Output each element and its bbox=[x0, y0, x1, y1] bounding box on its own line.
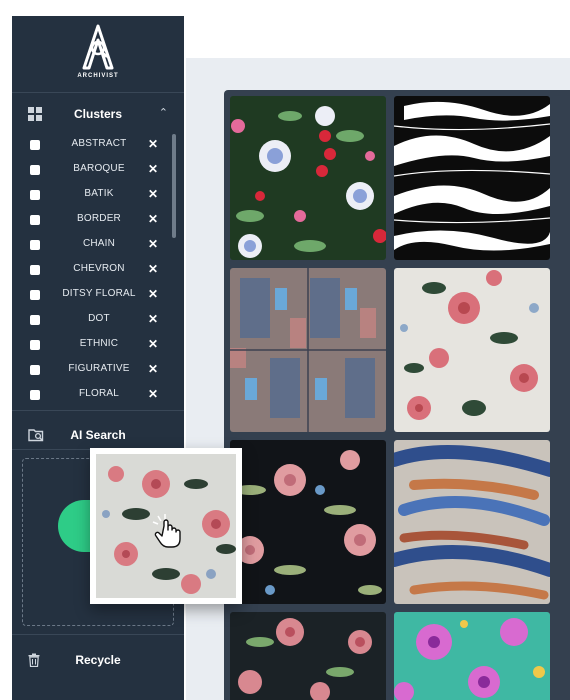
clusters-header[interactable]: Clusters ⌃ bbox=[12, 102, 184, 126]
cluster-item[interactable]: FIGURATIVE ✕ bbox=[12, 358, 184, 383]
cluster-item[interactable]: ABSTRACT ✕ bbox=[12, 133, 184, 158]
cluster-checkbox[interactable] bbox=[30, 190, 40, 200]
cluster-list: ABSTRACT ✕ BAROQUE ✕ BATIK ✕ BORDER ✕ CHAIN ✕… bbox=[12, 133, 184, 408]
cluster-label: DITSY FLORAL bbox=[62, 288, 136, 299]
pattern-image bbox=[394, 96, 550, 260]
cluster-checkbox[interactable] bbox=[30, 215, 40, 225]
cluster-scrollbar[interactable] bbox=[172, 134, 176, 238]
cluster-label: BAROQUE bbox=[73, 163, 125, 174]
cluster-label: BORDER bbox=[77, 213, 121, 224]
remove-cluster-icon[interactable]: ✕ bbox=[148, 262, 158, 276]
remove-cluster-icon[interactable]: ✕ bbox=[148, 337, 158, 351]
cluster-item[interactable]: CHEVRON ✕ bbox=[12, 258, 184, 283]
pattern-image bbox=[230, 612, 386, 700]
divider bbox=[12, 92, 184, 93]
pattern-tile[interactable] bbox=[230, 612, 386, 700]
cluster-label: BATIK bbox=[84, 188, 114, 199]
cluster-checkbox[interactable] bbox=[30, 390, 40, 400]
cluster-label: DOT bbox=[88, 313, 110, 324]
cluster-checkbox[interactable] bbox=[30, 240, 40, 250]
remove-cluster-icon[interactable]: ✕ bbox=[148, 187, 158, 201]
cluster-label: CHEVRON bbox=[73, 263, 125, 274]
ai-search-title: AI Search bbox=[70, 428, 126, 442]
cluster-label: ABSTRACT bbox=[71, 138, 127, 149]
divider bbox=[12, 634, 184, 635]
cluster-item[interactable]: ETHNIC ✕ bbox=[12, 333, 184, 358]
cluster-item[interactable]: CHAIN ✕ bbox=[12, 233, 184, 258]
cluster-label: ETHNIC bbox=[79, 338, 119, 349]
top-bar bbox=[186, 16, 570, 56]
ai-search-header[interactable]: AI Search bbox=[12, 423, 184, 447]
cluster-label: FIGURATIVE bbox=[68, 363, 130, 374]
remove-cluster-icon[interactable]: ✕ bbox=[148, 362, 158, 376]
remove-cluster-icon[interactable]: ✕ bbox=[148, 387, 158, 401]
cluster-checkbox[interactable] bbox=[30, 340, 40, 350]
recycle-title: Recycle bbox=[75, 653, 121, 667]
recycle-item[interactable]: Recycle bbox=[12, 648, 184, 672]
pattern-tile[interactable] bbox=[394, 440, 550, 604]
cluster-checkbox[interactable] bbox=[30, 165, 40, 175]
divider bbox=[12, 410, 184, 411]
pattern-tile[interactable] bbox=[230, 96, 386, 260]
pattern-image bbox=[394, 440, 550, 604]
cluster-item[interactable]: DITSY FLORAL ✕ bbox=[12, 283, 184, 308]
remove-cluster-icon[interactable]: ✕ bbox=[148, 237, 158, 251]
pattern-tile[interactable] bbox=[394, 612, 550, 700]
chevron-up-icon[interactable]: ⌃ bbox=[159, 106, 168, 119]
cluster-item[interactable]: BAROQUE ✕ bbox=[12, 158, 184, 183]
pattern-image bbox=[394, 612, 550, 700]
pattern-image bbox=[230, 268, 386, 432]
pattern-tile[interactable] bbox=[230, 440, 386, 604]
grab-cursor-icon bbox=[152, 514, 181, 548]
cluster-checkbox[interactable] bbox=[30, 265, 40, 275]
cluster-label: CHAIN bbox=[82, 238, 116, 249]
remove-cluster-icon[interactable]: ✕ bbox=[148, 162, 158, 176]
pattern-image bbox=[230, 440, 386, 604]
cluster-checkbox[interactable] bbox=[30, 290, 40, 300]
cluster-checkbox[interactable] bbox=[30, 315, 40, 325]
pattern-tile[interactable] bbox=[394, 96, 550, 260]
remove-cluster-icon[interactable]: ✕ bbox=[148, 212, 158, 226]
cluster-checkbox[interactable] bbox=[30, 365, 40, 375]
cluster-item[interactable]: DOT ✕ bbox=[12, 308, 184, 333]
pattern-image bbox=[230, 96, 386, 260]
app-logo[interactable]: ARCHIVIST bbox=[12, 22, 184, 94]
pattern-tile[interactable] bbox=[230, 268, 386, 432]
pattern-image bbox=[394, 268, 550, 432]
cluster-item[interactable]: BORDER ✕ bbox=[12, 208, 184, 233]
app-name: ARCHIVIST bbox=[77, 73, 119, 79]
cluster-label: FLORAL bbox=[78, 388, 120, 399]
cluster-item[interactable]: FLORAL ✕ bbox=[12, 383, 184, 408]
pattern-gallery bbox=[224, 90, 570, 700]
cluster-item[interactable]: BATIK ✕ bbox=[12, 183, 184, 208]
pattern-tile[interactable] bbox=[394, 268, 550, 432]
cluster-checkbox[interactable] bbox=[30, 140, 40, 150]
remove-cluster-icon[interactable]: ✕ bbox=[148, 287, 158, 301]
remove-cluster-icon[interactable]: ✕ bbox=[148, 312, 158, 326]
remove-cluster-icon[interactable]: ✕ bbox=[148, 137, 158, 151]
archivist-logo-icon bbox=[82, 24, 114, 70]
